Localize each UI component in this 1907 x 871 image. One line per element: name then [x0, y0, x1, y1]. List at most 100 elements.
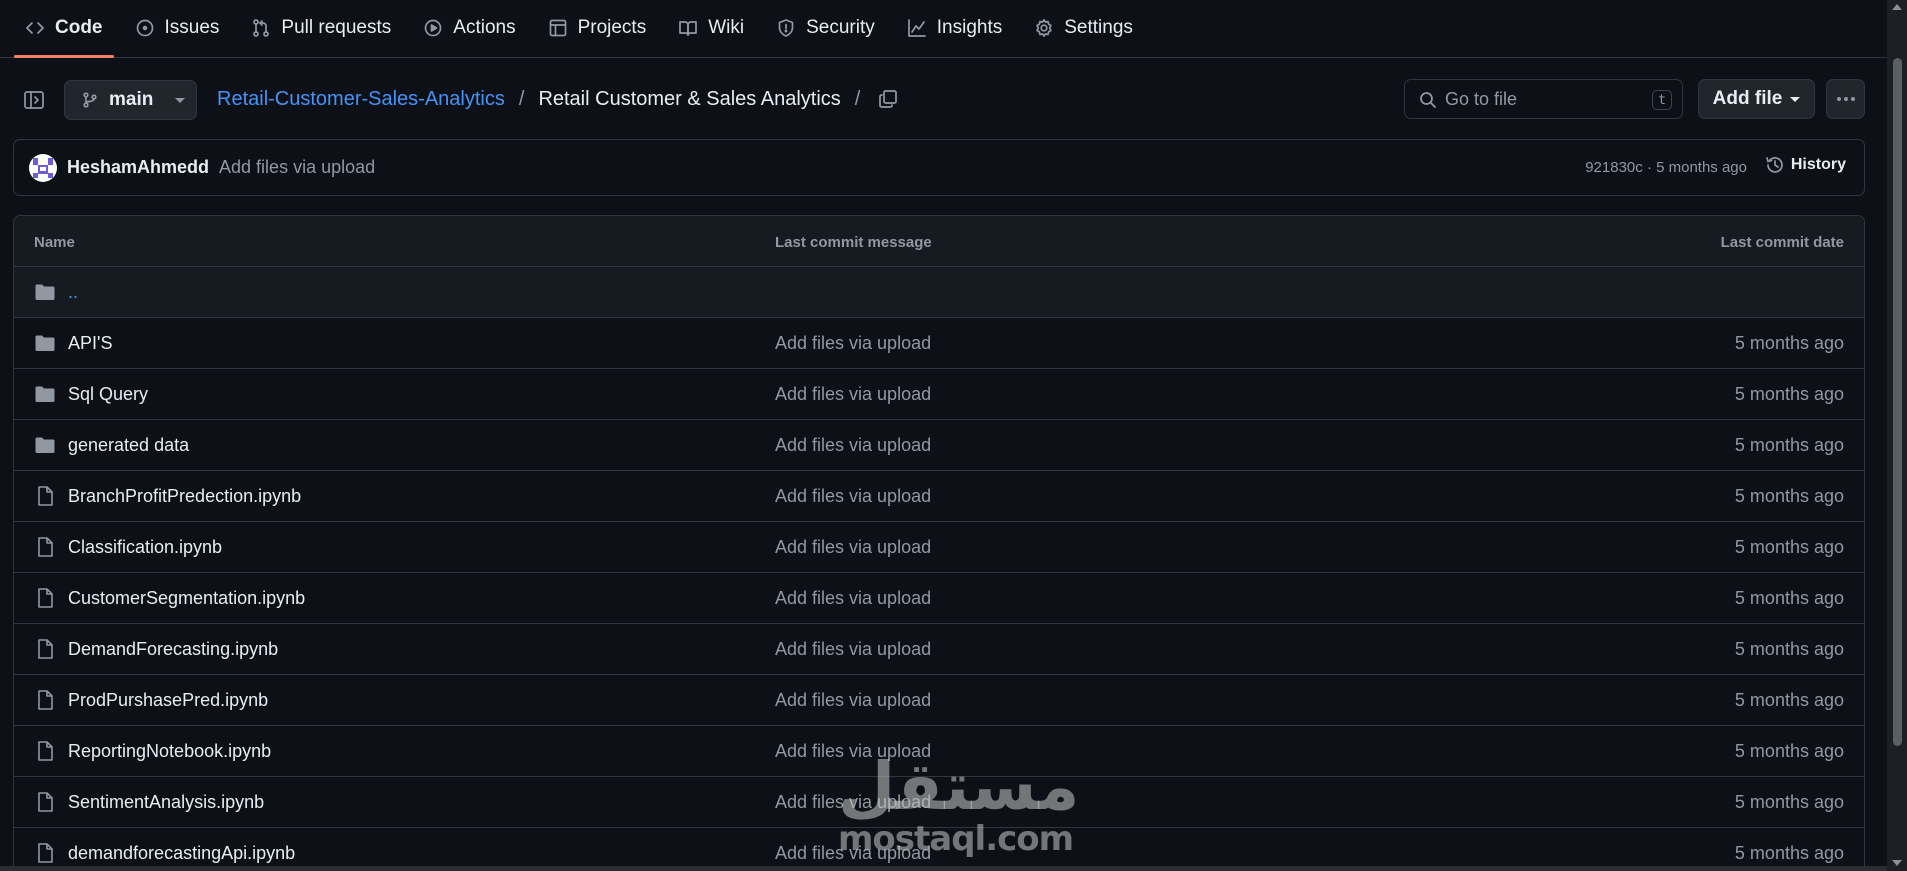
- tab-security[interactable]: Security: [765, 0, 886, 57]
- tab-label: Settings: [1064, 17, 1133, 38]
- file-toolbar: main Retail-Customer-Sales-Analytics / R…: [0, 58, 1887, 142]
- breadcrumb-repo-link[interactable]: Retail-Customer-Sales-Analytics: [217, 88, 505, 111]
- file-name-link[interactable]: CustomerSegmentation.ipynb: [68, 588, 305, 609]
- commit-date: 5 months ago: [1734, 639, 1844, 659]
- issue-opened-icon: [136, 19, 153, 37]
- tab-pull-requests[interactable]: Pull requests: [240, 0, 402, 57]
- git-branch-icon: [83, 92, 97, 108]
- table-row-file[interactable]: ReportingNotebook.ipynb Add files via upl…: [14, 726, 1864, 777]
- tab-projects[interactable]: Projects: [537, 0, 658, 57]
- table-row-file[interactable]: DemandForecasting.ipynb Add files via upl…: [14, 624, 1864, 675]
- commit-date: 5 months ago: [1734, 792, 1844, 812]
- table-icon: [549, 19, 566, 37]
- play-icon: [424, 19, 442, 37]
- commit-message[interactable]: Add files via upload: [219, 157, 375, 178]
- book-icon: [679, 21, 698, 36]
- commit-message-link[interactable]: Add files via upload: [775, 741, 931, 762]
- vertical-scrollbar[interactable]: [1887, 0, 1907, 871]
- scroll-up-icon[interactable]: [1892, 4, 1902, 10]
- table-row-file[interactable]: ProdPurshasePred.ipynb Add files via uplo…: [14, 675, 1864, 726]
- table-row-folder[interactable]: generated data Add files via upload 5 mont…: [14, 420, 1864, 471]
- file-name-link[interactable]: SentimentAnalysis.ipynb: [68, 792, 264, 813]
- tab-code[interactable]: Code: [14, 0, 114, 58]
- commit-message-link[interactable]: Add files via upload: [775, 537, 931, 558]
- breadcrumb-separator: /: [518, 88, 525, 110]
- commit-message-link[interactable]: Add files via upload: [775, 639, 931, 660]
- commit-message-link[interactable]: Add files via upload: [775, 435, 931, 456]
- file-icon: [38, 741, 53, 761]
- file-name-link[interactable]: Sql Query: [68, 384, 148, 405]
- tab-actions[interactable]: Actions: [412, 0, 526, 57]
- parent-directory-row[interactable]: ..: [14, 267, 1864, 318]
- file-name-link[interactable]: ReportingNotebook.ipynb: [68, 741, 271, 762]
- commit-message-link[interactable]: Add files via upload: [775, 384, 931, 405]
- commit-message-link[interactable]: Add files via upload: [775, 333, 931, 354]
- tab-wiki[interactable]: Wiki: [667, 0, 755, 57]
- go-to-file-input[interactable]: [1445, 88, 1635, 110]
- kebab-dot: [1836, 97, 1841, 101]
- commit-message-link[interactable]: Add files via upload: [775, 843, 931, 864]
- add-file-label: Add file: [1712, 88, 1783, 109]
- scrollbar-thumb[interactable]: [1893, 58, 1902, 746]
- sidebar-expand-icon[interactable]: [22, 88, 46, 112]
- git-pull-request-icon: [253, 19, 270, 37]
- file-name-link[interactable]: Classification.ipynb: [68, 537, 222, 558]
- folder-icon: [35, 437, 55, 453]
- commit-author[interactable]: HeshamAhmedd: [67, 157, 209, 178]
- chevron-down-icon: [1790, 96, 1801, 102]
- commit-message-link[interactable]: Add files via upload: [775, 690, 931, 711]
- file-icon: [38, 588, 53, 608]
- commit-sha-time[interactable]: 921830c · 5 months ago: [1585, 159, 1747, 176]
- file-icon: [38, 486, 53, 506]
- keyboard-shortcut-hint: t: [1652, 90, 1672, 110]
- horizontal-scrollbar[interactable]: [0, 866, 1887, 871]
- file-icon: [38, 792, 53, 812]
- tab-label: Security: [806, 17, 875, 38]
- file-name-link[interactable]: DemandForecasting.ipynb: [68, 639, 278, 660]
- branch-name: main: [109, 89, 154, 110]
- history-button[interactable]: History: [1765, 155, 1846, 175]
- more-options-button[interactable]: [1826, 79, 1865, 119]
- file-name-link[interactable]: generated data: [68, 435, 189, 456]
- table-row-file[interactable]: CustomerSegmentation.ipynb Add files via …: [14, 573, 1864, 624]
- tab-label: Wiki: [708, 17, 745, 38]
- commit-date: 5 months ago: [1734, 486, 1844, 506]
- table-header: Name Last commit message Last commit dat…: [14, 216, 1864, 267]
- table-row-file[interactable]: Classification.ipynb Add files via upload…: [14, 522, 1864, 573]
- branch-selector[interactable]: main: [64, 80, 197, 120]
- copy-path-icon[interactable]: [876, 87, 900, 111]
- file-name-link[interactable]: ProdPurshasePred.ipynb: [68, 690, 268, 711]
- tab-label: Projects: [577, 17, 647, 38]
- breadcrumb: Retail-Customer-Sales-Analytics / Retail…: [217, 88, 860, 111]
- table-row-folder[interactable]: API'S Add files via upload 5 months ago: [14, 318, 1864, 369]
- breadcrumb-separator: /: [854, 88, 861, 110]
- commit-message-link[interactable]: Add files via upload: [775, 486, 931, 507]
- commit-date: 5 months ago: [1734, 333, 1844, 353]
- tab-settings[interactable]: Settings: [1023, 0, 1144, 57]
- folder-icon: [35, 335, 55, 351]
- tab-issues[interactable]: Issues: [124, 0, 231, 57]
- avatar[interactable]: [29, 153, 57, 182]
- file-name-link[interactable]: API'S: [68, 333, 112, 354]
- scroll-down-icon[interactable]: [1892, 860, 1902, 866]
- column-header-date: Last commit date: [1720, 234, 1844, 251]
- commit-message-link[interactable]: Add files via upload: [775, 792, 931, 813]
- graph-icon: [907, 19, 926, 37]
- commit-message-link[interactable]: Add files via upload: [775, 588, 931, 609]
- table-row-file[interactable]: BranchProfitPredection.ipynb Add files vi…: [14, 471, 1864, 522]
- breadcrumb-current-folder: Retail Customer & Sales Analytics: [538, 88, 841, 110]
- commit-date: 5 months ago: [1734, 741, 1844, 761]
- add-file-button[interactable]: Add file: [1698, 79, 1815, 119]
- file-name-link[interactable]: BranchProfitPredection.ipynb: [68, 486, 301, 507]
- tab-insights[interactable]: Insights: [896, 0, 1013, 57]
- table-row-file[interactable]: SentimentAnalysis.ipynb Add files via upl…: [14, 777, 1864, 828]
- parent-directory-link[interactable]: ..: [68, 282, 78, 303]
- shield-icon: [778, 19, 794, 37]
- file-name-link[interactable]: demandforecastingApi.ipynb: [68, 843, 295, 864]
- history-icon: [1766, 157, 1783, 173]
- table-row-file[interactable]: demandforecastingApi.ipynb Add files via …: [14, 828, 1864, 871]
- tab-label: Code: [55, 17, 103, 38]
- table-row-folder[interactable]: Sql Query Add files via upload 5 months ag…: [14, 369, 1864, 420]
- file-list: API'S Add files via upload 5 months ago Sql…: [14, 318, 1864, 871]
- commit-date: 5 months ago: [1734, 588, 1844, 608]
